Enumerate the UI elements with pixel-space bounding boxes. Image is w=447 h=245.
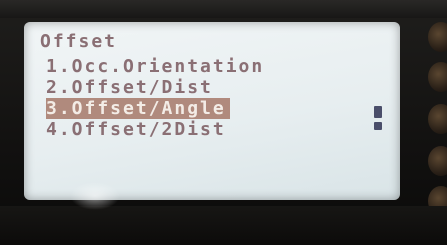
bezel-bottom bbox=[0, 206, 447, 245]
hardware-button-1[interactable] bbox=[428, 22, 447, 52]
scroll-thumb-lower-icon bbox=[374, 122, 382, 130]
lcd-screen: Offset 1.Occ.Orientation 2.Offset/Dist 3… bbox=[24, 22, 400, 200]
hardware-button-4[interactable] bbox=[428, 146, 447, 176]
scroll-indicator bbox=[374, 106, 382, 144]
device-body: Offset 1.Occ.Orientation 2.Offset/Dist 3… bbox=[0, 0, 447, 245]
scroll-thumb-icon bbox=[374, 106, 382, 118]
menu-item-offset-dist[interactable]: 2.Offset/Dist bbox=[46, 78, 213, 98]
light-glare bbox=[70, 182, 120, 210]
page-title: Offset bbox=[40, 31, 118, 52]
bezel-top bbox=[0, 0, 447, 18]
hardware-button-3[interactable] bbox=[428, 104, 447, 134]
menu-item-offset-2dist[interactable]: 4.Offset/2Dist bbox=[46, 120, 226, 140]
menu-item-occ-orientation[interactable]: 1.Occ.Orientation bbox=[46, 57, 264, 77]
menu-item-offset-angle-selected[interactable]: 3.Offset/Angle bbox=[46, 98, 230, 119]
selection-highlight[interactable]: 3.Offset/Angle bbox=[46, 98, 230, 119]
hardware-button-2[interactable] bbox=[428, 62, 447, 92]
side-button-column bbox=[412, 18, 447, 218]
